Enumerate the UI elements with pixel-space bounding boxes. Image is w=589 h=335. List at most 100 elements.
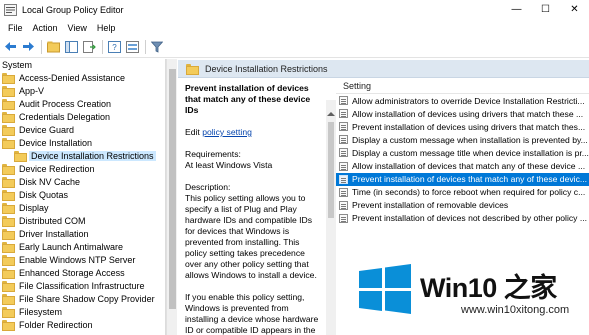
- menu-file[interactable]: File: [3, 23, 28, 33]
- folder-icon: [2, 73, 15, 84]
- setting-row[interactable]: Prevent installation of devices not desc…: [336, 212, 589, 225]
- export-list-icon[interactable]: [81, 39, 97, 55]
- tree-item[interactable]: File Share Shadow Copy Provider: [0, 292, 165, 305]
- description-scrollbar[interactable]: [326, 100, 336, 335]
- tree-item[interactable]: Audit Process Creation: [0, 97, 165, 110]
- folder-icon: [2, 99, 15, 110]
- minimize-button[interactable]: —: [502, 0, 531, 19]
- tree-item-label: Device Installation: [19, 137, 93, 148]
- tree-item[interactable]: Access-Denied Assistance: [0, 71, 165, 84]
- tree-item[interactable]: Folder Redirection: [0, 318, 165, 331]
- tree-item-label: Distributed COM: [19, 215, 86, 226]
- maximize-button[interactable]: ☐: [531, 0, 560, 19]
- group-policy-app-icon: [4, 3, 17, 16]
- setting-column-header[interactable]: Setting: [336, 79, 589, 94]
- folder-icon: [14, 151, 27, 162]
- tree-scrollbar[interactable]: [166, 59, 177, 335]
- setting-row[interactable]: Display a custom message when installati…: [336, 133, 589, 146]
- setting-label: Display a custom message title when devi…: [352, 147, 589, 158]
- menu-help[interactable]: Help: [92, 23, 121, 33]
- toolbar: ?: [0, 36, 589, 58]
- setting-row[interactable]: Time (in seconds) to force reboot when r…: [336, 186, 589, 199]
- description-block: Description: This policy setting allows y…: [185, 182, 320, 281]
- setting-row[interactable]: Prevent installation of devices using dr…: [336, 120, 589, 133]
- folder-icon: [2, 294, 15, 305]
- tree-item[interactable]: Filesystem: [0, 305, 165, 318]
- setting-label: Prevent installation of devices not desc…: [352, 213, 588, 224]
- setting-label: Prevent installation of devices that mat…: [352, 174, 588, 185]
- forward-icon[interactable]: [20, 39, 36, 55]
- toolbar-separator: [41, 39, 42, 54]
- setting-label: Allow administrators to override Device …: [352, 95, 585, 106]
- tree-item[interactable]: Disk Quotas: [0, 188, 165, 201]
- policy-setting-icon: [339, 187, 348, 197]
- setting-row[interactable]: Allow installation of devices using driv…: [336, 107, 589, 120]
- requirements-block: Requirements: At least Windows Vista: [185, 149, 320, 171]
- tree-item[interactable]: File Classification Infrastructure: [0, 279, 165, 292]
- show-tree-icon[interactable]: [45, 39, 61, 55]
- menu-view[interactable]: View: [63, 23, 92, 33]
- policy-setting-icon: [339, 213, 348, 223]
- setting-row[interactable]: Allow installation of devices that match…: [336, 159, 589, 172]
- description-paragraph-2: If you enable this policy setting, Windo…: [185, 292, 319, 335]
- back-icon[interactable]: [2, 39, 18, 55]
- svg-text:?: ?: [112, 43, 117, 52]
- tree-scroll-thumb[interactable]: [169, 69, 176, 309]
- setting-row[interactable]: Prevent installation of devices that mat…: [336, 172, 589, 186]
- filter-icon[interactable]: [149, 39, 165, 55]
- edit-policy-link[interactable]: policy setting: [202, 127, 252, 137]
- tree-item[interactable]: Enhanced Storage Access: [0, 266, 165, 279]
- tree-item[interactable]: Display: [0, 201, 165, 214]
- tree-item-label: App-V: [19, 85, 45, 96]
- title-bar: Local Group Policy Editor — ☐ ✕: [0, 0, 589, 19]
- tree-item-label: Audit Process Creation: [19, 98, 112, 109]
- tree-item[interactable]: Early Launch Antimalware: [0, 240, 165, 253]
- policy-setting-icon: [339, 161, 348, 171]
- tree-root-system[interactable]: System: [0, 59, 165, 71]
- console-tree-icon[interactable]: [63, 39, 79, 55]
- setting-label: Allow installation of devices that match…: [352, 161, 586, 172]
- tree-item[interactable]: App-V: [0, 84, 165, 97]
- folder-icon: [186, 64, 199, 75]
- folder-icon: [2, 320, 15, 331]
- menu-action[interactable]: Action: [28, 23, 63, 33]
- tree-item-label: Early Launch Antimalware: [19, 241, 124, 252]
- setting-label: Display a custom message when installati…: [352, 134, 588, 145]
- tree-item[interactable]: Device Installation Restrictions: [0, 149, 165, 162]
- description-scroll-thumb[interactable]: [328, 122, 334, 218]
- tree-item-label: Filesystem: [19, 306, 63, 317]
- tree-item[interactable]: Credentials Delegation: [0, 110, 165, 123]
- setting-row[interactable]: Allow administrators to override Device …: [336, 94, 589, 107]
- tree-item[interactable]: Device Installation: [0, 136, 165, 149]
- tree-item[interactable]: Device Redirection: [0, 162, 165, 175]
- watermark-url: www.win10xitong.com: [461, 304, 570, 316]
- header-title: Device Installation Restrictions: [205, 63, 328, 74]
- tree-item[interactable]: Device Guard: [0, 123, 165, 136]
- policy-setting-icon: [339, 135, 348, 145]
- menu-bar: File Action View Help: [0, 19, 589, 36]
- tree-item-label: Disk NV Cache: [19, 176, 81, 187]
- tree-item[interactable]: Distributed COM: [0, 214, 165, 227]
- setting-row[interactable]: Prevent installation of removable device…: [336, 199, 589, 212]
- toolbar-separator: [102, 39, 103, 54]
- folder-icon: [2, 177, 15, 188]
- folder-icon: [2, 255, 15, 266]
- folder-icon: [2, 216, 15, 227]
- folder-icon: [2, 164, 15, 175]
- close-button[interactable]: ✕: [560, 0, 589, 19]
- folder-icon: [2, 112, 15, 123]
- tree-item[interactable]: Driver Installation: [0, 227, 165, 240]
- properties-icon[interactable]: [124, 39, 140, 55]
- requirements-label: Requirements:: [185, 149, 241, 159]
- description-pane: Prevent installation of devices that mat…: [178, 79, 326, 335]
- help-icon[interactable]: ?: [106, 39, 122, 55]
- setting-row[interactable]: Display a custom message title when devi…: [336, 146, 589, 159]
- tree-item[interactable]: Disk NV Cache: [0, 175, 165, 188]
- setting-label: Allow installation of devices using driv…: [352, 108, 584, 119]
- scroll-up-arrow-icon[interactable]: [327, 112, 335, 116]
- win10-watermark-logo: Win10 之家 www.win10xitong.com: [357, 264, 589, 335]
- edit-prefix: Edit: [185, 127, 203, 137]
- folder-icon: [2, 138, 15, 149]
- tree-item[interactable]: Enable Windows NTP Server: [0, 253, 165, 266]
- tree-item-label: Driver Installation: [19, 228, 89, 239]
